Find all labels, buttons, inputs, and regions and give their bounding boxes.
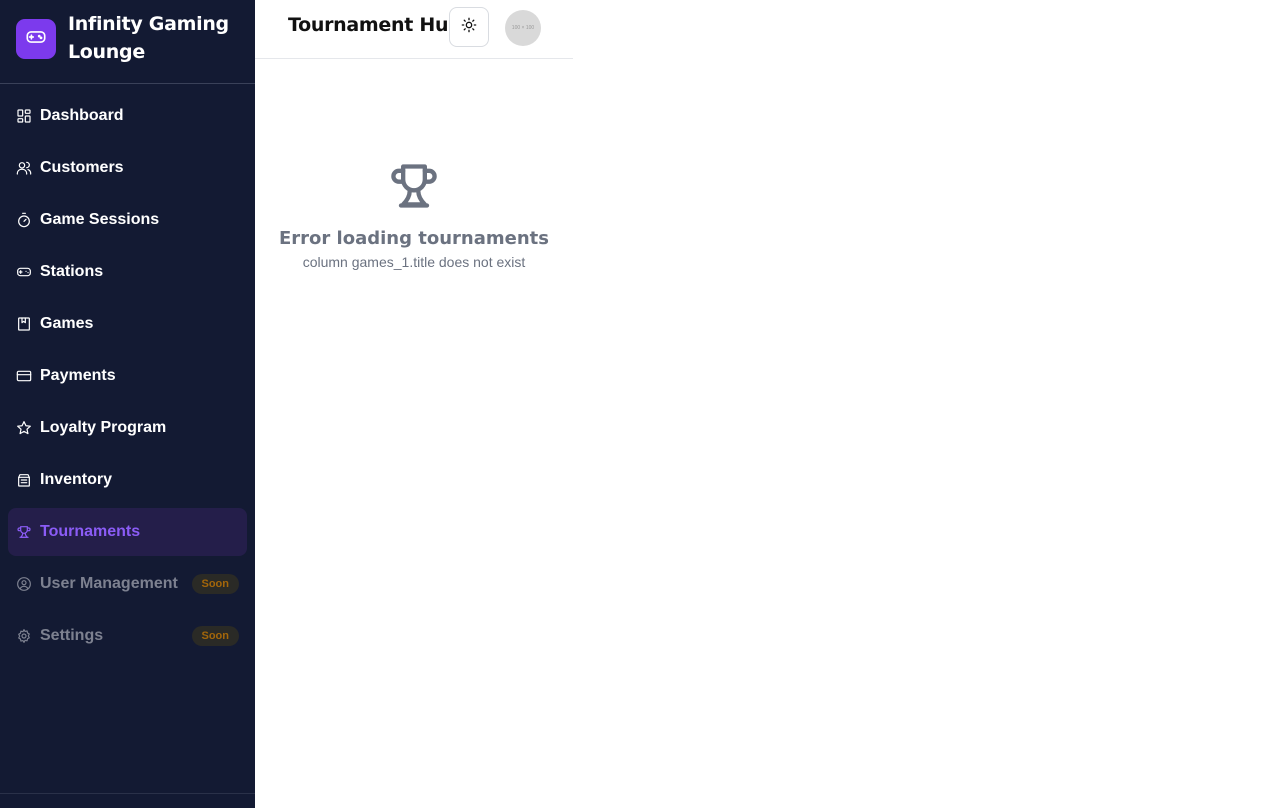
sidebar-item-label: Game Sessions [40, 211, 160, 228]
sidebar-item-user-management[interactable]: User Management Soon [8, 560, 247, 608]
trophy-icon [16, 524, 32, 540]
sidebar-item-label: Stations [40, 263, 104, 280]
sun-icon [461, 17, 477, 38]
soon-badge: Soon [191, 626, 239, 646]
gear-icon [16, 628, 32, 644]
sidebar-item-label: Inventory [40, 471, 113, 488]
error-state: Error loading tournaments column games_1… [255, 160, 573, 270]
sidebar-item-settings[interactable]: Settings Soon [8, 612, 247, 660]
timer-icon [16, 212, 32, 228]
sidebar-item-label: Loyalty Program [40, 419, 167, 436]
sidebar-item-loyalty-program[interactable]: Loyalty Program [8, 404, 247, 452]
sidebar-item-customers[interactable]: Customers [8, 144, 247, 192]
sidebar-footer-divider [0, 793, 255, 794]
trophy-icon [255, 160, 573, 212]
gamepad-icon [25, 26, 47, 53]
sidebar-item-label: Settings [40, 627, 104, 644]
sidebar-item-label: Tournaments [40, 523, 141, 540]
users-icon [16, 160, 32, 176]
brand: Infinity Gaming Lounge [0, 0, 255, 84]
star-icon [16, 420, 32, 436]
sidebar-item-stations[interactable]: Stations [8, 248, 247, 296]
archive-icon [16, 472, 32, 488]
soon-badge: Soon [191, 574, 239, 594]
sidebar-item-label: Games [40, 315, 94, 332]
sidebar-item-dashboard[interactable]: Dashboard [8, 92, 247, 140]
dashboard-icon [16, 108, 32, 124]
book-icon [16, 316, 32, 332]
theme-toggle-button[interactable] [449, 7, 489, 47]
sidebar-item-games[interactable]: Games [8, 300, 247, 348]
sidebar-item-label: Payments [40, 367, 116, 384]
sidebar-item-label: Customers [40, 159, 124, 176]
credit-card-icon [16, 368, 32, 384]
sidebar-item-game-sessions[interactable]: Game Sessions [8, 196, 247, 244]
brand-name: Infinity Gaming Lounge [68, 13, 229, 63]
avatar[interactable]: 100 × 100 [505, 10, 541, 46]
gamepad-icon [16, 264, 32, 280]
sidebar-item-tournaments[interactable]: Tournaments [8, 508, 247, 556]
user-circle-icon [16, 576, 32, 592]
page-title: Tournament Hub [288, 14, 462, 36]
header: Tournament Hub 100 × 100 [255, 0, 573, 59]
error-title: Error loading tournaments [279, 228, 549, 249]
brand-logo[interactable] [16, 19, 56, 59]
error-message: column games_1.title does not exist [302, 254, 526, 270]
sidebar: Infinity Gaming Lounge Dashboard Custome… [0, 0, 255, 808]
sidebar-item-payments[interactable]: Payments [8, 352, 247, 400]
sidebar-item-inventory[interactable]: Inventory [8, 456, 247, 504]
sidebar-item-label: Dashboard [40, 107, 124, 124]
sidebar-item-label: User Management [40, 575, 178, 592]
